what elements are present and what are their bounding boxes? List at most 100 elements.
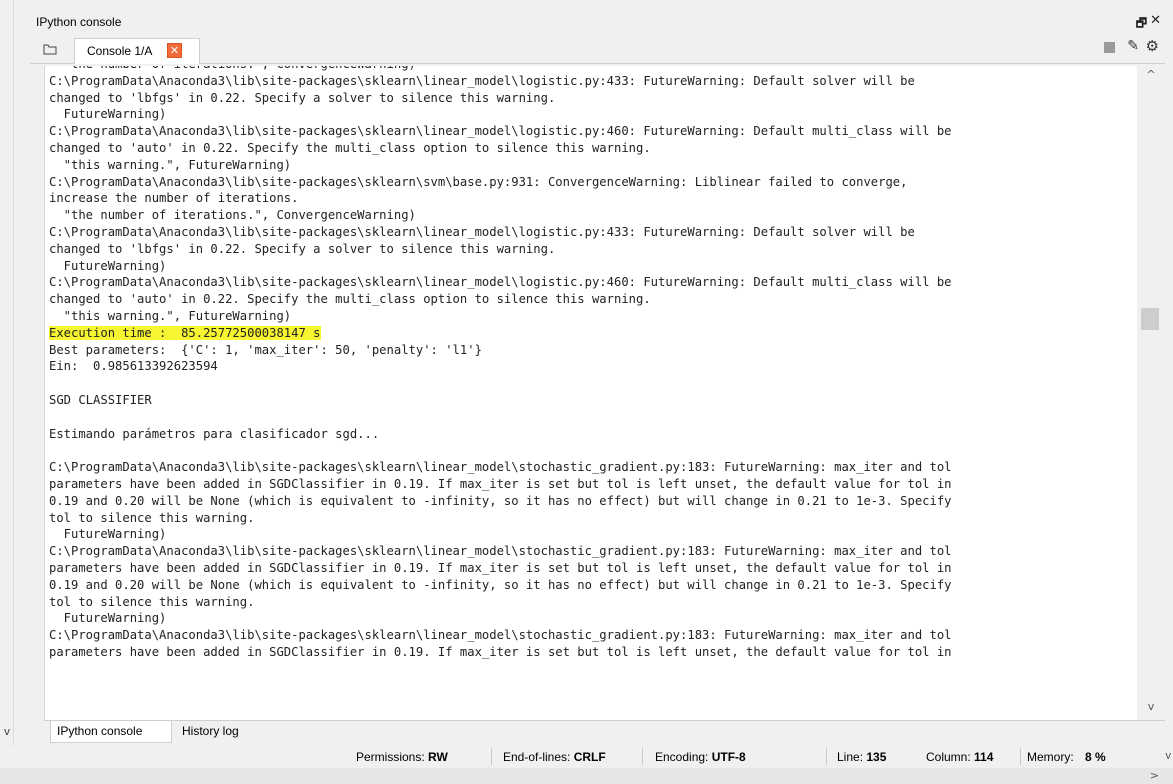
console-line-text: C:\ProgramData\Anaconda3\lib\site-packag… <box>49 544 952 559</box>
console-line: FutureWarning) <box>49 526 1147 543</box>
memory-status: Memory: 8 % <box>1027 750 1106 764</box>
console-line: C:\ProgramData\Anaconda3\lib\site-packag… <box>49 627 1147 644</box>
status-separator <box>642 748 643 765</box>
console-line-text: changed to 'lbfgs' in 0.22. Specify a so… <box>49 241 556 256</box>
console-line-text: Ein: 0.985613392623594 <box>49 359 218 374</box>
console-line: C:\ProgramData\Anaconda3\lib\site-packag… <box>49 123 1147 140</box>
console-line-text: FutureWarning) <box>49 258 167 273</box>
stop-icon[interactable] <box>1104 42 1115 53</box>
encoding-label: Encoding: <box>655 750 709 764</box>
console-line: changed to 'lbfgs' in 0.22. Specify a so… <box>49 90 1147 107</box>
scroll-right-icon[interactable]: > <box>1150 769 1159 782</box>
console-line: FutureWarning) <box>49 106 1147 123</box>
outer-vertical-scrollbar[interactable] <box>0 0 14 784</box>
scroll-up-icon[interactable]: ^ <box>1137 66 1165 84</box>
status-separator <box>826 748 827 765</box>
column-value: 114 <box>974 750 994 764</box>
console-line: 0.19 and 0.20 will be None (which is equ… <box>49 493 1147 510</box>
console-line: C:\ProgramData\Anaconda3\lib\site-packag… <box>49 274 1147 291</box>
close-tab-icon[interactable]: ✕ <box>167 43 182 58</box>
console-line: parameters have been added in SGDClassif… <box>49 476 1147 493</box>
console-line: C:\ProgramData\Anaconda3\lib\site-packag… <box>49 73 1147 90</box>
console-tab-strip: Console 1/A ✕ ✎ ⚙ <box>30 36 1165 64</box>
console-line-text: C:\ProgramData\Anaconda3\lib\site-packag… <box>49 275 952 290</box>
console-line-text: parameters have been added in SGDClassif… <box>49 560 952 575</box>
bottom-tab-bar: IPython console History log <box>44 720 1165 743</box>
console-line: tol to silence this warning. <box>49 594 1147 611</box>
console-line-text: C:\ProgramData\Anaconda3\lib\site-packag… <box>49 224 915 239</box>
encoding-value: UTF-8 <box>711 750 746 764</box>
tab-history-log[interactable]: History log <box>176 721 256 743</box>
console-line-text: increase the number of iterations. <box>49 191 299 206</box>
console-line-text: parameters have been added in SGDClassif… <box>49 644 952 659</box>
console-line: "this warning.", FutureWarning) <box>49 308 1147 325</box>
column-status: Column: 114 <box>926 750 993 764</box>
console-line: 0.19 and 0.20 will be None (which is equ… <box>49 577 1147 594</box>
console-line-text: "this warning.", FutureWarning) <box>49 157 292 172</box>
console-line: changed to 'auto' in 0.22. Specify the m… <box>49 140 1147 157</box>
console-line: C:\ProgramData\Anaconda3\lib\site-packag… <box>49 224 1147 241</box>
console-line: FutureWarning) <box>49 258 1147 275</box>
console-line: changed to 'lbfgs' in 0.22. Specify a so… <box>49 241 1147 258</box>
console-line-text: C:\ProgramData\Anaconda3\lib\site-packag… <box>49 124 952 139</box>
console-tab-label: Console 1/A <box>87 44 153 58</box>
console-line-text: changed to 'lbfgs' in 0.22. Specify a so… <box>49 90 556 105</box>
console-line-text: tol to silence this warning. <box>49 510 255 525</box>
undock-icon[interactable]: 🗗 <box>1136 14 1147 35</box>
console-line: C:\ProgramData\Anaconda3\lib\site-packag… <box>49 174 1147 191</box>
tab-console-1a[interactable]: Console 1/A ✕ <box>74 38 200 64</box>
console-line: increase the number of iterations. <box>49 190 1147 207</box>
pane-title: IPython console <box>36 15 122 29</box>
close-pane-icon[interactable]: ✕ <box>1150 13 1161 28</box>
console-line-text: SGD CLASSIFIER <box>49 392 152 407</box>
console-line-text: parameters have been added in SGDClassif… <box>49 476 952 491</box>
console-line-text: FutureWarning) <box>49 527 167 542</box>
console-line: "the number of iterations.", Convergence… <box>49 66 1147 73</box>
console-line: parameters have been added in SGDClassif… <box>49 560 1147 577</box>
eol-value: CRLF <box>573 750 606 764</box>
console-line-text: "the number of iterations.", Convergence… <box>49 208 416 223</box>
browse-tabs-icon[interactable] <box>43 43 57 55</box>
horizontal-scrollbar[interactable]: > <box>0 768 1173 784</box>
console-line: "the number of iterations.", Convergence… <box>49 207 1147 224</box>
eol-label: End-of-lines: <box>503 750 571 764</box>
options-gear-icon[interactable]: ⚙ <box>1146 37 1159 55</box>
console-line: tol to silence this warning. <box>49 510 1147 527</box>
console-line-text: C:\ProgramData\Anaconda3\lib\site-packag… <box>49 628 952 643</box>
console-line: Estimando parámetros para clasificador s… <box>49 426 1147 443</box>
console-line-text: C:\ProgramData\Anaconda3\lib\site-packag… <box>49 174 908 189</box>
line-value: 135 <box>866 750 887 764</box>
execution-time-line: Execution time : 85.25772500038147 s <box>49 325 1147 342</box>
collapse-chevron-icon[interactable]: v <box>0 724 14 740</box>
console-line: parameters have been added in SGDClassif… <box>49 644 1147 661</box>
console-line-text: FutureWarning) <box>49 611 167 626</box>
clear-console-icon[interactable]: ✎ <box>1127 38 1139 54</box>
permissions-status: Permissions: RW <box>356 750 448 764</box>
scroll-down-icon[interactable]: v <box>1137 698 1165 716</box>
console-line-text: tol to silence this warning. <box>49 594 255 609</box>
console-line-text: Best parameters: {'C': 1, 'max_iter': 50… <box>49 342 482 357</box>
console-vertical-scrollbar[interactable]: ^ v <box>1137 66 1165 720</box>
memory-label: Memory: <box>1027 750 1074 764</box>
status-separator <box>1020 748 1021 765</box>
console-line-text: "the number of iterations.", Convergence… <box>49 66 416 71</box>
console-line: "this warning.", FutureWarning) <box>49 157 1147 174</box>
console-line-text: C:\ProgramData\Anaconda3\lib\site-packag… <box>49 460 952 475</box>
ipython-console-pane: IPython console 🗗 ✕ Console 1/A ✕ ✎ ⚙ "t… <box>30 0 1165 745</box>
memory-value: 8 % <box>1085 750 1106 764</box>
console-text: "the number of iterations.", Convergence… <box>49 66 1147 661</box>
column-label: Column: <box>926 750 971 764</box>
console-line-text: 0.19 and 0.20 will be None (which is equ… <box>49 577 952 592</box>
status-scroll-chevron-icon[interactable]: v <box>1166 750 1172 762</box>
console-line: Best parameters: {'C': 1, 'max_iter': 50… <box>49 342 1147 359</box>
status-bar: Permissions: RW End-of-lines: CRLF Encod… <box>0 746 1173 768</box>
console-output[interactable]: "the number of iterations.", Convergence… <box>44 66 1165 720</box>
console-line-text: Execution time : 85.25772500038147 s <box>49 325 321 340</box>
scroll-thumb[interactable] <box>1141 308 1159 330</box>
tab-ipython-console[interactable]: IPython console <box>50 721 172 743</box>
console-line-text: Estimando parámetros para clasificador s… <box>49 426 380 441</box>
permissions-label: Permissions: <box>356 750 425 764</box>
encoding-status: Encoding: UTF-8 <box>655 750 746 764</box>
console-line-text: FutureWarning) <box>49 107 167 122</box>
